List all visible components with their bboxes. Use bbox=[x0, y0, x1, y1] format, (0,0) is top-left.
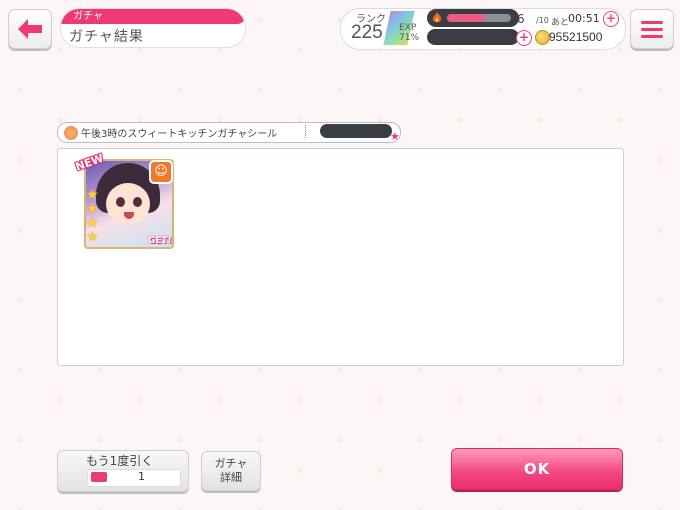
coin-value: 95521500 bbox=[549, 30, 603, 44]
gacha-type-icon bbox=[63, 125, 79, 141]
star-icon: ★ bbox=[86, 201, 99, 217]
star-icon: ★ bbox=[390, 130, 400, 143]
flame-icon bbox=[432, 12, 442, 23]
coin-icon bbox=[535, 30, 550, 45]
get-label: GET! bbox=[148, 236, 172, 246]
ok-label: OK bbox=[523, 460, 551, 478]
section-label: ガチャ bbox=[61, 9, 245, 24]
star-plus-icon[interactable]: + bbox=[516, 30, 532, 46]
star-icon: ★ bbox=[86, 215, 99, 231]
exp-percent: 71% bbox=[399, 33, 420, 43]
gacha-redacted-field bbox=[320, 124, 392, 138]
happy-icon: ☺ bbox=[149, 160, 173, 184]
exp-label: EXP bbox=[399, 23, 417, 33]
back-arrow-icon bbox=[18, 19, 42, 39]
draw-again-label: もう1度引く bbox=[86, 454, 154, 468]
hamburger-icon bbox=[641, 21, 663, 38]
card-character-eye bbox=[116, 197, 125, 207]
back-button[interactable] bbox=[8, 9, 52, 49]
star-icon: ★ bbox=[86, 187, 99, 203]
ap-recovery-label: あと bbox=[551, 18, 570, 28]
page-title: ガチャ結果 bbox=[69, 29, 144, 45]
card-character-eye bbox=[133, 197, 142, 207]
ticket-icon bbox=[91, 472, 107, 482]
ap-current: 6 bbox=[517, 12, 525, 26]
ok-button[interactable]: OK bbox=[451, 448, 623, 490]
title-plate: ガチャ ガチャ結果 bbox=[60, 8, 246, 48]
ap-max: /10 bbox=[536, 16, 549, 25]
ap-timer: 00:51 bbox=[568, 12, 600, 25]
gacha-detail-button[interactable]: ガチャ 詳細 bbox=[201, 451, 261, 491]
star-gems-redacted bbox=[427, 29, 519, 45]
ap-plus-icon[interactable]: + bbox=[603, 11, 619, 27]
detail-label-line1: ガチャ bbox=[214, 457, 248, 470]
rarity-stars: ★ ★ ★ ★ bbox=[86, 188, 100, 244]
star-icon: ★ bbox=[86, 229, 99, 245]
gacha-bar-divider bbox=[305, 125, 306, 138]
ap-bar-fill bbox=[447, 14, 486, 22]
rank-value: 225 bbox=[351, 22, 383, 43]
menu-button[interactable] bbox=[630, 9, 674, 49]
detail-label-line2: 詳細 bbox=[220, 471, 242, 484]
ticket-count: 1 bbox=[138, 470, 145, 483]
gacha-name: 午後3時のスウィートキッチンガチャシール bbox=[81, 129, 278, 140]
